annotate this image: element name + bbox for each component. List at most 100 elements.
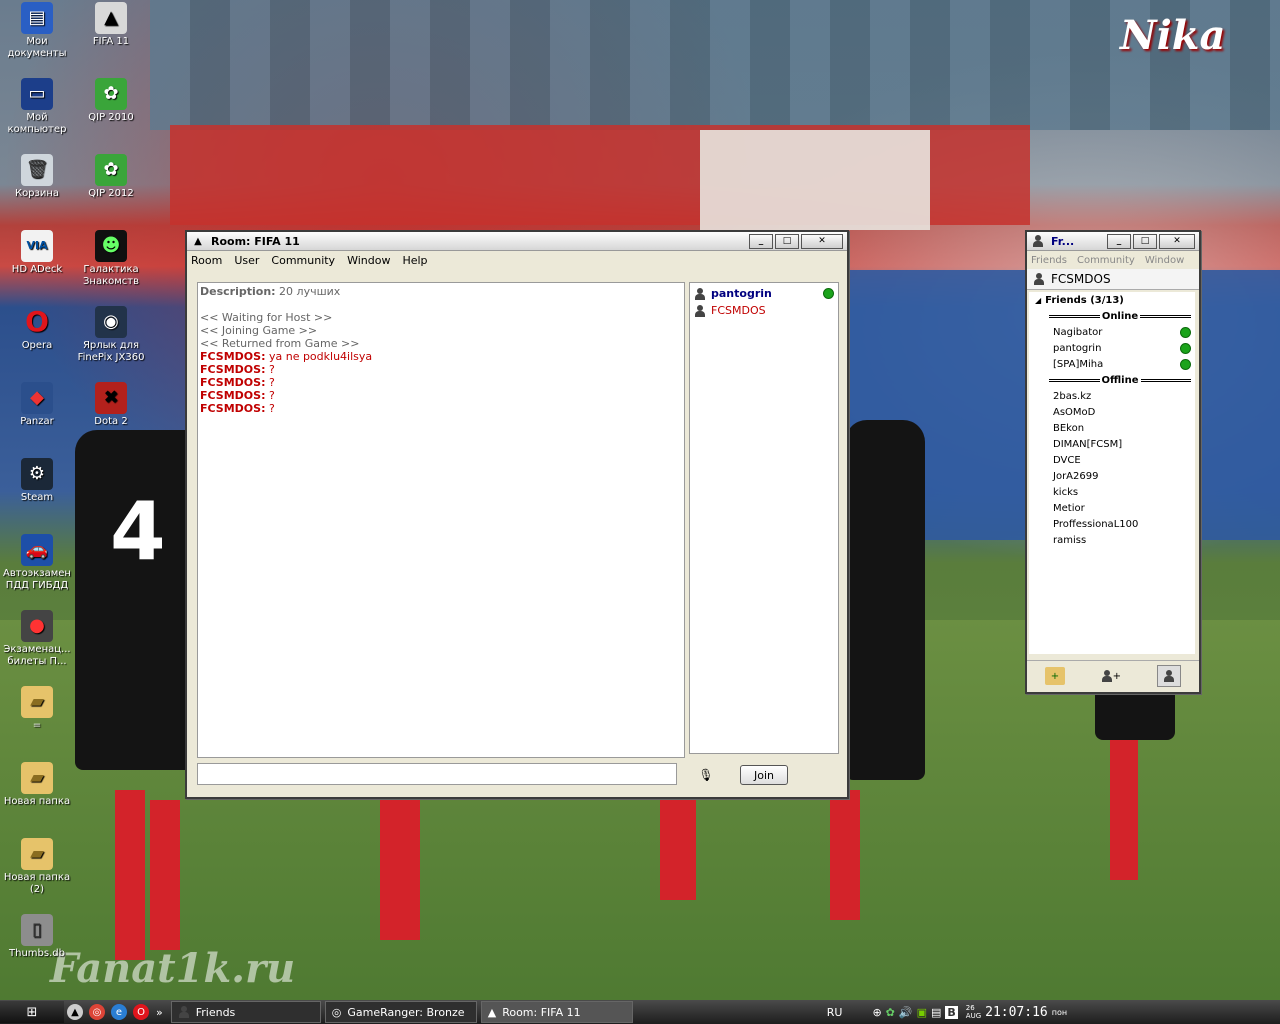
friend-item[interactable]: ramiss bbox=[1029, 532, 1195, 548]
qip-icon: ✿ bbox=[95, 78, 127, 110]
desktop-icon-ekzamen-bilety[interactable]: ● Экзаменац... билеты П... bbox=[1, 610, 73, 668]
maximize-button[interactable]: □ bbox=[1133, 233, 1157, 249]
chat-input[interactable] bbox=[197, 763, 677, 785]
desktop-icon-dota2[interactable]: ✖ Dota 2 bbox=[75, 382, 147, 428]
player-8 bbox=[845, 420, 925, 780]
task-room[interactable]: ▲ Room: FIFA 11 bbox=[480, 1001, 633, 1023]
task-friends[interactable]: Friends bbox=[170, 1001, 321, 1023]
user-list-item[interactable]: FCSMDOS bbox=[690, 302, 838, 319]
quicklaunch-more-icon[interactable]: » bbox=[156, 1006, 163, 1019]
chat-line: << Joining Game >> bbox=[200, 324, 318, 337]
white-banner bbox=[700, 130, 930, 230]
qip-icon[interactable]: ✿ bbox=[886, 1006, 895, 1019]
start-button[interactable]: ⊞ bbox=[0, 1001, 64, 1023]
gameranger-icon[interactable]: ▲ bbox=[67, 1004, 83, 1020]
volume-icon[interactable]: 🔊 bbox=[899, 1006, 913, 1019]
friend-item[interactable]: Metior bbox=[1029, 500, 1195, 516]
menu-user[interactable]: User bbox=[234, 254, 259, 267]
friend-item[interactable]: DVCE bbox=[1029, 452, 1195, 468]
friends-window-title: Fr... bbox=[1051, 234, 1075, 248]
minimize-button[interactable]: _ bbox=[749, 233, 773, 249]
desktop-icon-steam[interactable]: ⚙ Steam bbox=[1, 458, 73, 504]
room-user-list: pantogrin FCSMDOS bbox=[689, 282, 839, 754]
user-name: pantogrin bbox=[711, 287, 772, 300]
account-icon bbox=[1033, 273, 1045, 285]
file-icon: ▯ bbox=[21, 914, 53, 946]
network-icon[interactable]: ⊕ bbox=[872, 1006, 881, 1019]
watermark-bottom: Fanat1k.ru bbox=[50, 945, 296, 992]
friend-item[interactable]: BEkon bbox=[1029, 420, 1195, 436]
folder-icon: ▰ bbox=[21, 686, 53, 718]
chat-log[interactable]: Description: 20 лучших << Waiting for Ho… bbox=[197, 282, 685, 758]
desktop-icon-new-folder-2[interactable]: ▰ Новая папка (2) bbox=[1, 838, 73, 896]
desktop-icon-qip2012[interactable]: ✿ QIP 2012 bbox=[75, 154, 147, 200]
menu-help[interactable]: Help bbox=[402, 254, 427, 267]
account-header[interactable]: FCSMDOS bbox=[1027, 269, 1199, 290]
nvidia-icon[interactable]: ▣ bbox=[917, 1006, 927, 1019]
watermark-top: Nika bbox=[1120, 12, 1226, 59]
desktop-icon-avtoekzamen[interactable]: 🚗 Автоэкзамен ПДД ГИБДД bbox=[1, 534, 73, 592]
desktop-icon-my-computer[interactable]: ▭ Мой компьютер bbox=[1, 78, 73, 136]
ie-icon[interactable]: e bbox=[111, 1004, 127, 1020]
room-window: ▲ Room: FIFA 11 _ □ ✕ Room User Communit… bbox=[185, 230, 849, 799]
desktop-icon-recycle-bin[interactable]: 🗑 Корзина bbox=[1, 154, 73, 200]
maximize-button[interactable]: □ bbox=[775, 233, 799, 249]
desktop-icon-galaktika[interactable]: ☻ Галактика Знакомств bbox=[75, 230, 147, 288]
close-button[interactable]: ✕ bbox=[1159, 233, 1195, 249]
desktop-icon-my-documents[interactable]: ▤ Мои документы bbox=[1, 2, 73, 60]
menu-community[interactable]: Community bbox=[271, 254, 335, 267]
car-icon: 🚗 bbox=[21, 534, 53, 566]
task-gameranger[interactable]: ◎ GameRanger: Bronze bbox=[324, 1001, 477, 1023]
chrome-icon[interactable]: ◎ bbox=[89, 1004, 105, 1020]
microphone-icon[interactable]: 🎙 bbox=[698, 768, 713, 782]
minimize-button[interactable]: _ bbox=[1107, 233, 1131, 249]
profile-icon[interactable] bbox=[1157, 665, 1181, 687]
friend-item[interactable]: [SPA]Miha bbox=[1029, 356, 1195, 372]
join-button[interactable]: Join bbox=[740, 765, 788, 785]
menu-window[interactable]: Window bbox=[347, 254, 390, 267]
close-button[interactable]: ✕ bbox=[801, 233, 843, 249]
vk-icon[interactable]: B bbox=[945, 1005, 958, 1019]
folder-documents-icon: ▤ bbox=[21, 2, 53, 34]
desktop-icon-panzar[interactable]: ◆ Panzar bbox=[1, 382, 73, 428]
user-list-item[interactable]: pantogrin bbox=[690, 283, 838, 302]
clock[interactable]: 21:07:16 bbox=[985, 1005, 1048, 1020]
friend-item[interactable]: DIMAN[FCSM] bbox=[1029, 436, 1195, 452]
menu-friends[interactable]: Friends bbox=[1031, 255, 1067, 266]
desktop-icon-qip2010[interactable]: ✿ QIP 2010 bbox=[75, 78, 147, 124]
player-center-sock-2 bbox=[660, 790, 696, 900]
friends-toolbar: + + bbox=[1027, 660, 1199, 691]
chat-line: FCSMDOS: ? bbox=[200, 363, 275, 376]
friends-group-header[interactable]: ◢ Friends (3/13) bbox=[1029, 292, 1195, 308]
folder-icon: ▰ bbox=[21, 838, 53, 870]
friend-item[interactable]: pantogrin bbox=[1029, 340, 1195, 356]
friend-item[interactable]: ProffessionaL100 bbox=[1029, 516, 1195, 532]
friend-item[interactable]: Nagibator bbox=[1029, 324, 1195, 340]
chat-line: FCSMDOS: ya ne podklu4ilsya bbox=[200, 350, 373, 363]
desktop-icon-thumbs-db[interactable]: ▯ Thumbs.db bbox=[1, 914, 73, 960]
friend-item[interactable]: kicks bbox=[1029, 484, 1195, 500]
safely-remove-icon[interactable]: ▤ bbox=[931, 1006, 941, 1019]
friend-item[interactable]: 2bas.kz bbox=[1029, 388, 1195, 404]
menu-room[interactable]: Room bbox=[191, 254, 222, 267]
friend-item[interactable]: JorA2699 bbox=[1029, 468, 1195, 484]
desktop-icon-hd-adeck[interactable]: VIA HD ADeck bbox=[1, 230, 73, 276]
friend-item[interactable]: AsOMoD bbox=[1029, 404, 1195, 420]
panzar-icon: ◆ bbox=[21, 382, 53, 414]
desktop-icon-opera[interactable]: O Opera bbox=[1, 306, 73, 352]
room-menubar: Room User Community Window Help bbox=[187, 251, 847, 269]
opera-icon[interactable]: O bbox=[133, 1004, 149, 1020]
player-4-sock-2 bbox=[150, 800, 180, 950]
room-window-titlebar[interactable]: ▲ Room: FIFA 11 _ □ ✕ bbox=[187, 232, 847, 251]
friends-window-titlebar[interactable]: Fr... _ □ ✕ bbox=[1027, 232, 1199, 251]
desktop-icon-new-folder[interactable]: ▰ Новая папка bbox=[1, 762, 73, 808]
folder-icon: ▰ bbox=[21, 762, 53, 794]
desktop-icon-folder-equals[interactable]: ▰ = bbox=[1, 686, 73, 732]
add-folder-icon[interactable]: + bbox=[1045, 667, 1065, 685]
menu-window[interactable]: Window bbox=[1145, 255, 1184, 266]
menu-community[interactable]: Community bbox=[1077, 255, 1135, 266]
language-indicator[interactable]: RU bbox=[827, 1006, 843, 1019]
desktop-icon-fifa11[interactable]: ▲ FIFA 11 bbox=[75, 2, 147, 48]
add-friend-icon[interactable]: + bbox=[1101, 667, 1121, 685]
desktop-icon-finepix[interactable]: ◉ Ярлык для FinePix JX360 bbox=[75, 306, 147, 364]
